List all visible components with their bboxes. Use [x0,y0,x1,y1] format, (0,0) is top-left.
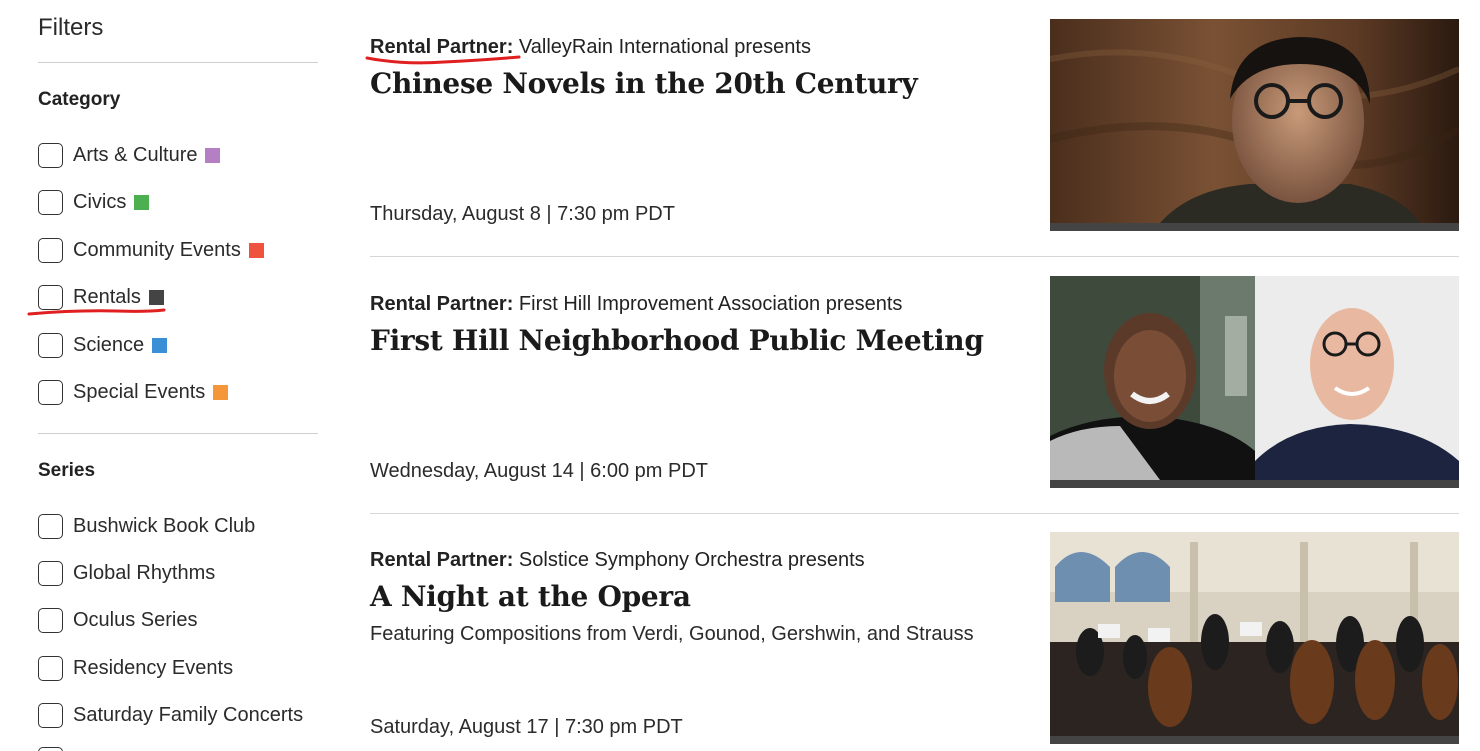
color-swatch [134,194,150,210]
filter-label: Arts & Culture [73,143,198,166]
checkbox[interactable] [38,655,63,681]
event-image[interactable] [1050,532,1459,744]
checkbox[interactable] [38,284,63,310]
series-filter-bushwick-book-club[interactable]: Bushwick Book Club [38,512,255,540]
checkbox[interactable] [38,237,63,263]
event-title[interactable]: First Hill Neighborhood Public Meeting [370,324,1030,357]
checkbox[interactable] [38,189,63,215]
event-image[interactable] [1050,19,1459,231]
event-date: Saturday, August 17 | 7:30 pm PDT [370,716,683,738]
divider [38,433,318,434]
filter-label: Community Events [73,238,241,261]
filter-label: Civics [73,190,127,213]
category-filter-civics[interactable]: Civics [38,188,150,216]
checkbox[interactable] [38,379,63,405]
divider [38,62,318,63]
orchestra-photo-icon [1050,532,1459,744]
event-date: Wednesday, August 14 | 6:00 pm PDT [370,460,708,482]
event-text: Rental Partner: ValleyRain International… [370,36,1030,100]
rental-partner-label: Rental Partner: [370,549,514,571]
category-filter-community-events[interactable]: Community Events [38,236,264,264]
series-heading: Series [38,460,96,481]
color-swatch [213,384,229,400]
checkbox[interactable] [38,746,63,751]
event-subtitle: Featuring Compositions from Verdi, Gouno… [370,623,974,645]
event-text: Rental Partner: Solstice Symphony Orches… [370,549,1030,646]
series-filter-residency-events[interactable]: Residency Events [38,654,233,682]
event-card[interactable]: Rental Partner: First Hill Improvement A… [370,276,1459,514]
rental-partner-line: Rental Partner: ValleyRain International… [370,36,1030,59]
filter-label: Saturday Family Concerts [73,703,304,726]
checkbox[interactable] [38,142,63,168]
filter-label: Special Events [73,380,206,403]
event-title[interactable]: Chinese Novels in the 20th Century [370,67,1030,100]
checkbox[interactable] [38,332,63,358]
category-filter-science[interactable]: Science [38,331,168,359]
category-heading: Category [38,89,121,110]
filters-title: Filters [38,14,104,41]
color-swatch [248,242,264,258]
filter-label: Residency Events [73,656,234,679]
partner-name: Solstice Symphony Orchestra presents [513,549,865,571]
category-filter-arts-culture[interactable]: Arts & Culture [38,141,221,169]
series-filter-next[interactable] [38,745,63,751]
filter-label: Bushwick Book Club [73,514,256,537]
color-swatch [205,147,221,163]
event-card[interactable]: Rental Partner: ValleyRain International… [370,19,1459,257]
rental-partner-label: Rental Partner: [370,293,514,315]
portrait-photo-icon [1050,19,1459,231]
filter-label: Rentals [73,285,141,308]
filter-label: Oculus Series [73,608,198,631]
series-filter-oculus-series[interactable]: Oculus Series [38,606,198,634]
series-filter-global-rhythms[interactable]: Global Rhythms [38,559,215,587]
color-swatch [152,337,168,353]
filter-label: Science [73,333,145,356]
partner-name: ValleyRain International presents [513,36,811,58]
category-filter-rentals[interactable]: Rentals [38,283,164,311]
event-separator [370,513,1459,514]
checkbox[interactable] [38,607,63,633]
rental-partner-line: Rental Partner: First Hill Improvement A… [370,293,1030,316]
event-text: Rental Partner: First Hill Improvement A… [370,293,1030,357]
color-swatch [148,289,164,305]
event-card[interactable]: Rental Partner: Solstice Symphony Orches… [370,532,1459,751]
rental-partner-label: Rental Partner: [370,36,514,58]
event-date: Thursday, August 8 | 7:30 pm PDT [370,203,675,225]
rental-partner-line: Rental Partner: Solstice Symphony Orches… [370,549,1030,572]
event-separator [370,256,1459,257]
filter-label: Global Rhythms [73,561,216,584]
checkbox[interactable] [38,560,63,586]
checkbox[interactable] [38,702,63,728]
series-filter-saturday-family-concerts[interactable]: Saturday Family Concerts [38,701,303,729]
two-people-photo-icon [1050,276,1459,488]
checkbox[interactable] [38,513,63,539]
partner-name: First Hill Improvement Association prese… [513,293,903,315]
event-title[interactable]: A Night at the Opera [370,580,1030,613]
category-filter-special-events[interactable]: Special Events [38,378,229,406]
event-image[interactable] [1050,276,1459,488]
